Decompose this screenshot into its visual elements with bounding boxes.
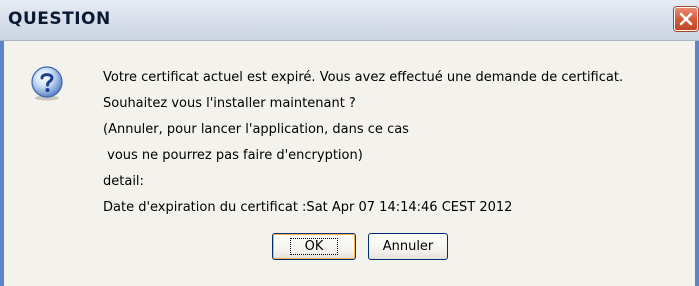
cancel-button-label: Annuler (382, 239, 434, 254)
message-line: (Annuler, pour lancer l'application, dan… (103, 122, 409, 137)
ok-button-label: OK (289, 238, 339, 255)
title-bar[interactable]: QUESTION (0, 0, 699, 41)
dialog-title: QUESTION (8, 9, 111, 29)
cancel-button[interactable]: Annuler (368, 233, 448, 260)
message-line: Souhaitez vous l'installer maintenant ? (103, 96, 356, 111)
message-line: detail: (103, 174, 144, 189)
close-button[interactable] (674, 7, 698, 31)
ok-button[interactable]: OK (272, 233, 356, 260)
close-icon (679, 12, 693, 26)
question-icon (31, 66, 63, 101)
message-line: Date d'expiration du certificat :Sat Apr… (103, 200, 513, 215)
message-line: Votre certificat actuel est expiré. Vous… (103, 70, 624, 85)
window-frame-right (695, 41, 699, 286)
dialog-window: QUESTION Votre certificat actuel est exp… (0, 0, 699, 286)
message-line: vous ne pourrez pas faire d'encryption) (103, 148, 363, 163)
